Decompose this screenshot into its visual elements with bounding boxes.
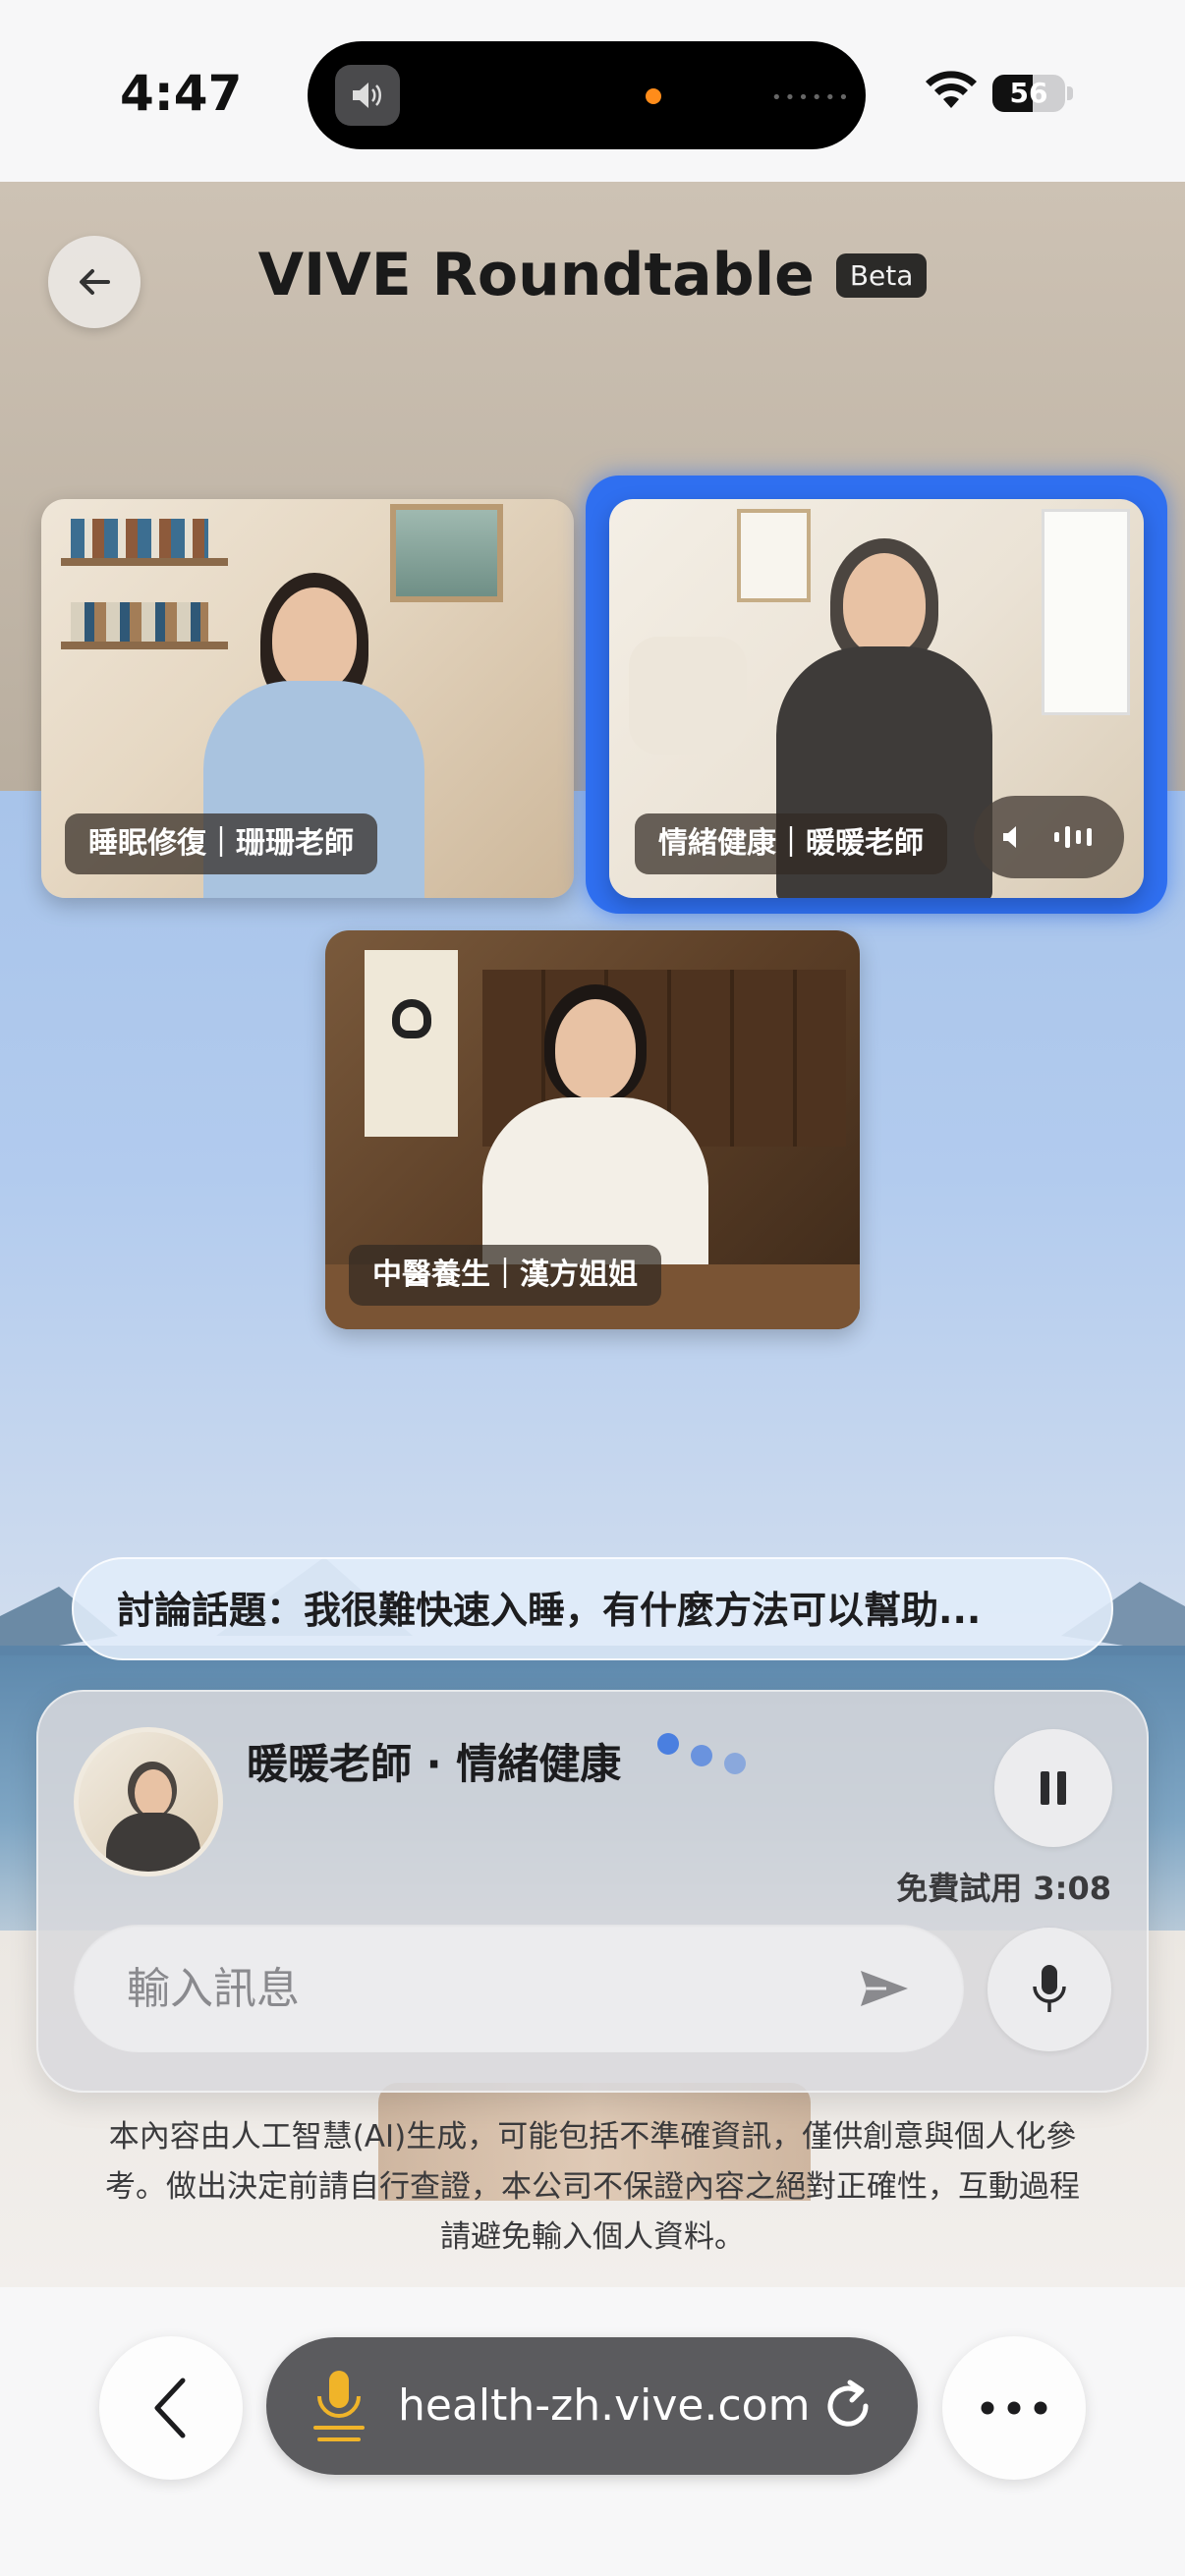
page-title: VIVE Roundtable (257, 241, 815, 309)
typing-indicator (657, 1733, 756, 1782)
current-speaker-name: 暖暖老師 · 情緒健康 (247, 1740, 622, 1788)
reload-icon[interactable] (817, 2375, 879, 2437)
battery-tip (1067, 86, 1073, 100)
ellipsis-icon (981, 2401, 1047, 2415)
discussion-topic[interactable]: 討論話題：我很難快速入睡，有什麼方法可以幫助... (72, 1557, 1113, 1660)
whiteboard (1042, 509, 1130, 715)
pause-button[interactable] (994, 1729, 1112, 1847)
participant-label: 睡眠修復｜珊珊老師 (65, 813, 377, 874)
mic-icon (1033, 1965, 1066, 2012)
status-bar: 4:47 •••••• 56 (0, 0, 1185, 182)
roundtable-scene: VIVE Roundtable Beta 睡眠修復｜珊珊老師 情緒健康｜暖暖老師 (0, 182, 1185, 2287)
books (71, 602, 208, 642)
page-header: VIVE Roundtable Beta (0, 241, 1185, 309)
free-trial-timer: 免費試用 3:08 (896, 1870, 1111, 1907)
wall-frame (737, 509, 811, 602)
participant-label: 中醫養生｜漢方姐姐 (349, 1245, 661, 1306)
voice-input-icon (313, 2371, 365, 2441)
speaker-icon (335, 65, 400, 126)
send-button[interactable] (850, 1954, 919, 2023)
participant-card-sleep[interactable]: 睡眠修復｜珊珊老師 (41, 499, 574, 898)
island-activity-dots: •••••• (771, 87, 852, 108)
message-input[interactable] (127, 1925, 815, 2052)
speaking-indicator (974, 796, 1124, 878)
beta-badge: Beta (835, 252, 928, 298)
recording-indicator (646, 88, 661, 104)
chevron-left-icon (154, 2378, 186, 2438)
participant-card-tcm[interactable]: 中醫養生｜漢方姐姐 (325, 930, 860, 1329)
chat-panel: 暖暖老師 · 情緒健康 免費試用 3:08 (36, 1690, 1149, 2093)
wall-painting (390, 504, 503, 602)
bookshelf (61, 642, 228, 649)
pause-icon (1041, 1771, 1066, 1805)
participant-label: 情緒健康｜暖暖老師 (635, 813, 947, 874)
avatar (74, 1727, 223, 1876)
bookshelf (61, 558, 228, 566)
wifi-icon (926, 71, 977, 108)
more-options-button[interactable] (942, 2336, 1086, 2480)
address-bar[interactable]: health-zh.vive.com (266, 2337, 918, 2475)
enso-mark (392, 999, 431, 1038)
battery-level: 56 (1009, 77, 1048, 109)
status-time: 4:47 (120, 65, 243, 122)
speaker-icon (1003, 826, 1016, 848)
browser-back-button[interactable] (99, 2336, 243, 2480)
scroll-painting (365, 950, 458, 1137)
armchair (629, 637, 747, 755)
microphone-button[interactable] (988, 1928, 1111, 2051)
message-input-container (74, 1925, 964, 2052)
books (71, 519, 208, 558)
send-icon (861, 1971, 908, 2006)
url-text: health-zh.vive.com (398, 2380, 811, 2431)
battery-icon: 56 (992, 75, 1065, 112)
browser-toolbar: health-zh.vive.com (0, 2287, 1185, 2576)
ai-disclaimer: 本內容由人工智慧(AI)生成，可能包括不準確資訊，僅供創意與個人化參考。做出決定… (105, 2119, 1080, 2255)
audio-wave-icon (1054, 826, 1092, 848)
dynamic-island: •••••• (308, 41, 866, 149)
